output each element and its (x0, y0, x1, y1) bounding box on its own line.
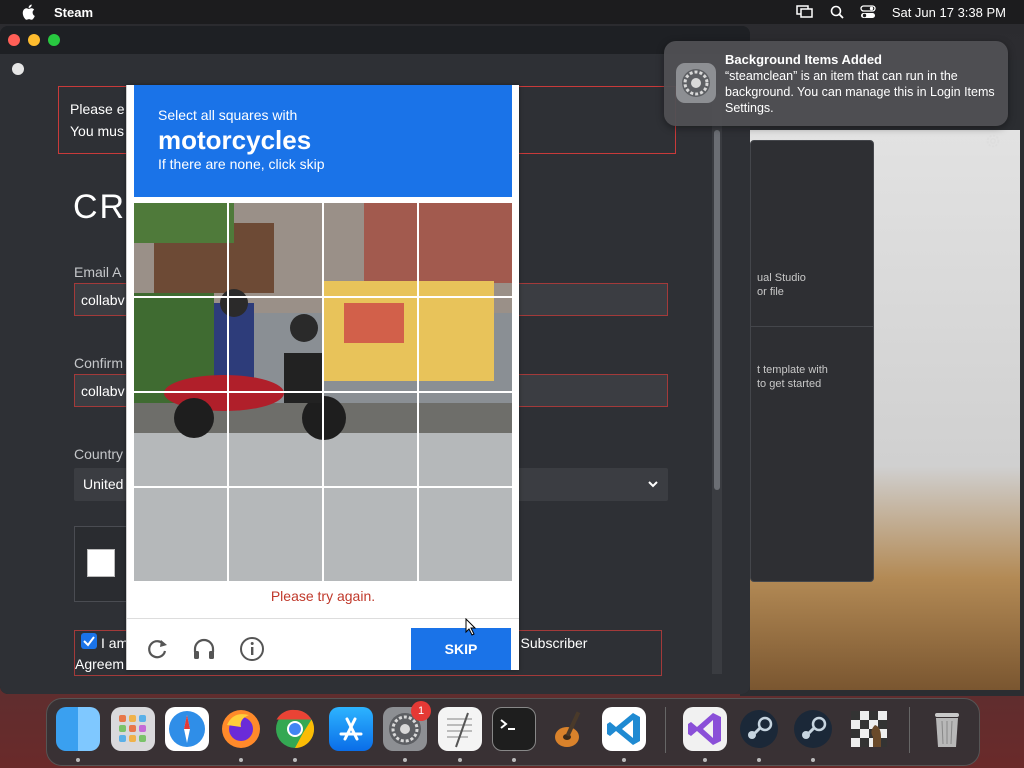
grid-tile[interactable] (134, 203, 228, 297)
grid-tile[interactable] (134, 487, 228, 581)
notification-body: “steamclean” is an item that can run in … (725, 69, 995, 115)
grid-tile[interactable] (418, 487, 512, 581)
scrollbar[interactable] (712, 94, 722, 674)
notification-title: Background Items Added (725, 52, 882, 67)
email-label: Email A (74, 264, 122, 280)
running-indicator (239, 758, 243, 762)
dock: 1 (46, 698, 980, 766)
agree-text: I am (101, 635, 129, 651)
grid-tile[interactable] (323, 392, 418, 487)
trash-icon[interactable] (925, 707, 969, 751)
firefox-icon[interactable] (219, 707, 263, 751)
grid-tile[interactable] (323, 203, 418, 297)
agree-text: Agreem (75, 656, 125, 672)
running-indicator (622, 758, 626, 762)
visual-studio-icon[interactable] (683, 707, 727, 751)
visual-studio-start-panel: ual Studio or file t template with to get … (750, 140, 874, 582)
info-icon[interactable] (239, 636, 265, 662)
steam-icon[interactable] (791, 707, 835, 751)
safari-icon[interactable] (165, 707, 209, 751)
reload-icon[interactable] (144, 636, 170, 662)
running-indicator (512, 758, 516, 762)
recaptcha-challenge: Select all squares with motorcycles If t… (126, 85, 519, 670)
minimize-window-button[interactable] (28, 34, 40, 46)
email-value: collabv (81, 292, 125, 308)
notification-badge: 1 (411, 701, 431, 721)
panel-text: ual Studio (757, 272, 806, 284)
dock-separator (665, 707, 666, 753)
zoom-window-button[interactable] (48, 34, 60, 46)
grid-tile[interactable] (323, 487, 418, 581)
challenge-divider (127, 618, 519, 619)
steam-icon[interactable] (737, 707, 781, 751)
screen-mirroring-icon[interactable] (796, 5, 814, 19)
grid-tile[interactable] (228, 487, 323, 581)
skip-button[interactable]: SKIP (411, 628, 511, 670)
running-indicator (403, 758, 407, 762)
agree-checkbox[interactable] (81, 633, 97, 649)
grid-tile[interactable] (418, 297, 512, 392)
gear-icon[interactable] (984, 132, 1002, 150)
country-value: United (83, 476, 124, 492)
grid-tile[interactable] (418, 392, 512, 487)
running-indicator (293, 758, 297, 762)
chess-icon[interactable] (847, 707, 891, 751)
challenge-error: Please try again. (270, 588, 376, 604)
textedit-icon[interactable] (438, 707, 482, 751)
panel-text: t template with (757, 364, 828, 376)
challenge-grid (134, 203, 512, 581)
scrollbar-thumb[interactable] (714, 130, 720, 490)
audio-challenge-icon[interactable] (191, 636, 217, 662)
running-indicator (703, 758, 707, 762)
panel-text: to get started (757, 378, 822, 390)
grid-tile[interactable] (134, 392, 228, 487)
grid-tile[interactable] (228, 392, 323, 487)
dock-separator (909, 707, 910, 753)
chevron-down-icon (648, 481, 658, 488)
menu-bar-clock[interactable]: Sat Jun 17 3:38 PM (892, 5, 1006, 20)
app-name[interactable]: Steam (54, 5, 93, 20)
grid-tile[interactable] (134, 297, 228, 392)
app-store-icon[interactable] (329, 707, 373, 751)
mouse-cursor-icon (465, 618, 477, 636)
running-indicator (811, 758, 815, 762)
status-dot (12, 63, 24, 75)
confirm-email-value: collabv (81, 383, 125, 399)
grid-tile[interactable] (418, 203, 512, 297)
challenge-instruction: Select all squares with (158, 107, 298, 123)
challenge-target: motorcycles (158, 125, 312, 155)
notification-banner[interactable]: Background Items Added “steamclean” is a… (664, 41, 1008, 126)
panel-divider (751, 326, 873, 327)
garageband-icon[interactable] (547, 707, 591, 751)
running-indicator (76, 758, 80, 762)
recaptcha-checkbox[interactable] (87, 549, 115, 577)
country-label: Country (74, 446, 124, 462)
control-center-icon[interactable] (860, 5, 876, 19)
page-title: CR (73, 188, 127, 226)
grid-tile[interactable] (228, 203, 323, 297)
panel-text: or file (757, 286, 784, 298)
close-window-button[interactable] (8, 34, 20, 46)
spotlight-search-icon[interactable] (830, 5, 844, 19)
running-indicator (757, 758, 761, 762)
launchpad-icon[interactable] (111, 707, 155, 751)
chrome-icon[interactable] (273, 707, 317, 751)
grid-tile[interactable] (323, 297, 418, 392)
grid-tile[interactable] (228, 297, 323, 392)
error-line: Please e (70, 101, 125, 117)
terminal-icon[interactable] (492, 707, 536, 751)
confirm-email-label: Confirm (74, 355, 124, 371)
challenge-header: Select all squares with motorcycles If t… (134, 85, 512, 197)
background-window: ual Studio or file t template with to get … (740, 60, 1024, 696)
system-settings-icon (676, 63, 716, 103)
title-bar (0, 26, 750, 54)
vscode-icon[interactable] (602, 707, 646, 751)
menu-bar: Steam Sat Jun 17 3:38 PM (0, 0, 1024, 24)
error-line: You mus (70, 123, 124, 139)
running-indicator (458, 758, 462, 762)
apple-icon[interactable] (20, 3, 38, 21)
challenge-hint: If there are none, click skip (158, 156, 325, 172)
system-settings-icon[interactable]: 1 (383, 701, 431, 751)
finder-icon[interactable] (56, 707, 100, 751)
